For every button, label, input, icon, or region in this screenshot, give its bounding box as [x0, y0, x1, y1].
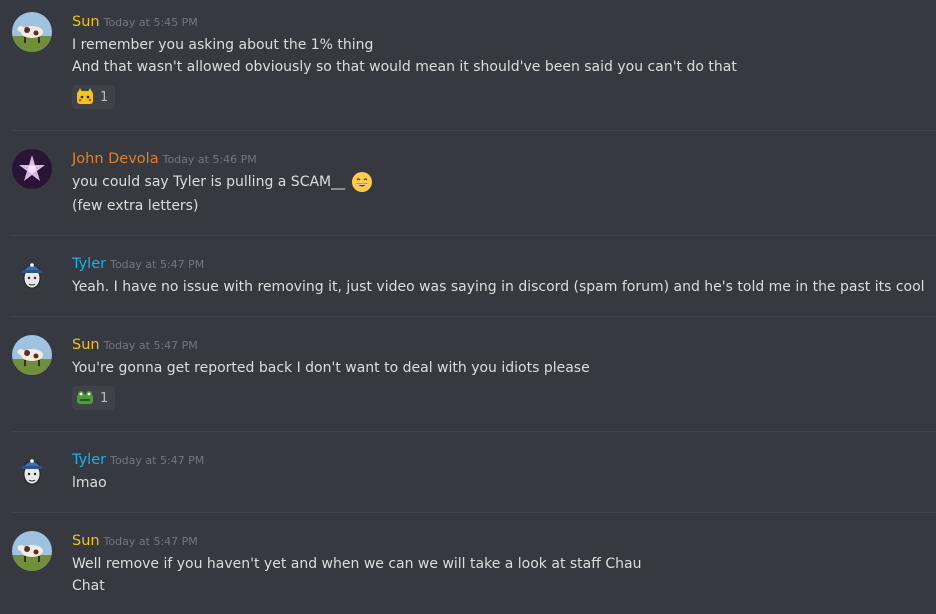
message-timestamp: Today at 5:47 PM: [103, 535, 198, 548]
avatar-john-devola[interactable]: [12, 149, 52, 189]
username-sun[interactable]: Sun: [72, 337, 100, 353]
message-text: I remember you asking about the 1% thing: [72, 37, 374, 53]
username-tyler[interactable]: Tyler: [72, 452, 106, 468]
message-text: you could say Tyler is pulling a SCAM__: [72, 174, 346, 190]
message-text: Yeah. I have no issue with removing it, …: [72, 279, 925, 295]
message-timestamp: Today at 5:47 PM: [110, 454, 205, 467]
message-text: (few extra letters): [72, 198, 199, 214]
avatar-tyler[interactable]: [12, 450, 52, 490]
username-tyler[interactable]: Tyler: [72, 256, 106, 272]
message-timestamp: Today at 5:47 PM: [110, 258, 205, 271]
message-text: Chat: [72, 578, 105, 594]
reaction-button[interactable]: 1: [72, 386, 115, 410]
message-text: Well remove if you haven't yet and when …: [72, 556, 642, 572]
message-text: You're gonna get reported back I don't w…: [72, 360, 590, 376]
message-divider: [12, 316, 936, 317]
message-line: you could say Tyler is pulling a SCAM__: [72, 171, 373, 193]
message-timestamp: Today at 5:47 PM: [103, 339, 198, 352]
message-divider: [12, 130, 936, 131]
reaction-count: 1: [100, 390, 109, 406]
grin-emoji-icon: [352, 172, 373, 192]
username-john-devola[interactable]: John Devola: [72, 151, 159, 167]
message-divider: [12, 512, 936, 513]
reaction-count: 1: [100, 89, 109, 105]
message-text: lmao: [72, 475, 107, 491]
username-sun[interactable]: Sun: [72, 533, 100, 549]
avatar-sun[interactable]: [12, 12, 52, 52]
pikachu-emoji-icon: [77, 88, 93, 104]
chat-messages: Sun Today at 5:45 PM I remember you askin…: [0, 0, 936, 614]
reaction-button[interactable]: 1: [72, 85, 115, 109]
avatar-sun[interactable]: [12, 335, 52, 375]
frog-emoji-icon: [77, 391, 93, 404]
message-divider: [12, 431, 936, 432]
username-sun[interactable]: Sun: [72, 14, 100, 30]
avatar-sun[interactable]: [12, 531, 52, 571]
message-divider: [12, 235, 936, 236]
message-timestamp: Today at 5:45 PM: [103, 16, 198, 29]
message-text: And that wasn't allowed obviously so tha…: [72, 59, 737, 75]
message-timestamp: Today at 5:46 PM: [162, 153, 257, 166]
avatar-tyler[interactable]: [12, 254, 52, 294]
